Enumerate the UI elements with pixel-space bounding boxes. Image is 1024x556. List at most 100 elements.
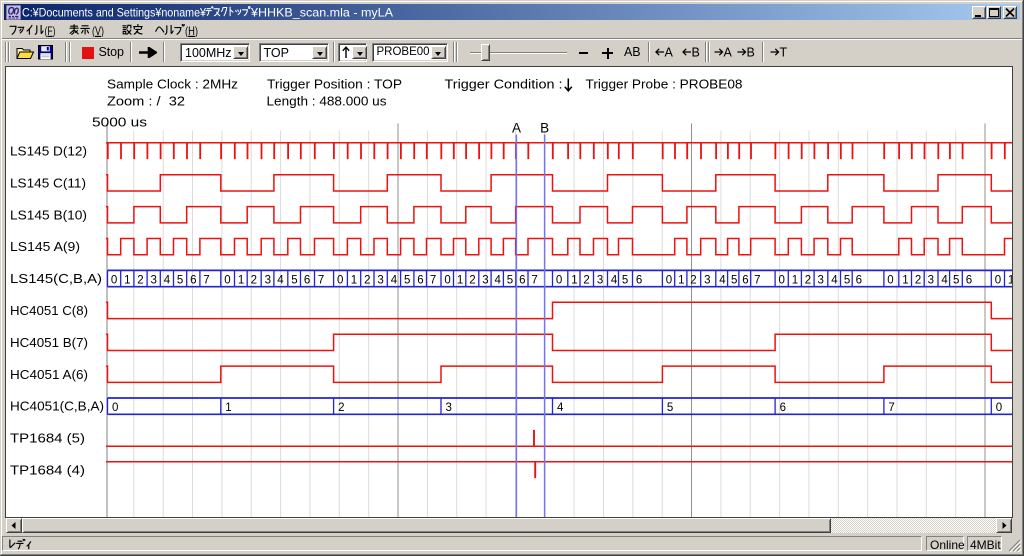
svg-text:5: 5 <box>844 274 850 286</box>
svg-text:4: 4 <box>277 274 284 286</box>
svg-text:0: 0 <box>778 274 784 286</box>
svg-text:7: 7 <box>203 274 209 286</box>
svg-text:0: 0 <box>112 402 118 414</box>
svg-text:LS145 D(12): LS145 D(12) <box>10 144 87 159</box>
svg-text:5000 us: 5000 us <box>92 115 148 130</box>
svg-text:6: 6 <box>417 274 423 286</box>
svg-text:3: 3 <box>446 402 452 414</box>
svg-text:HC4051 C(8): HC4051 C(8) <box>10 303 88 318</box>
svg-text:6: 6 <box>519 274 525 286</box>
svg-text:C:¥Documents and Settings¥nona: C:¥Documents and Settings¥noname¥ <box>22 6 206 20</box>
svg-text:7: 7 <box>318 274 324 286</box>
svg-text:1: 1 <box>571 274 577 286</box>
svg-text:TP1684 (4): TP1684 (4) <box>10 463 85 478</box>
svg-text:LS145 A(9): LS145 A(9) <box>10 239 80 254</box>
svg-text:1: 1 <box>902 274 908 286</box>
svg-text:6: 6 <box>636 274 642 286</box>
svg-text:6: 6 <box>856 274 862 286</box>
svg-text:1: 1 <box>351 274 357 286</box>
svg-text:Sample Clock : 2MHz: Sample Clock : 2MHz <box>107 77 238 92</box>
svg-text:4: 4 <box>719 274 726 286</box>
svg-text:2: 2 <box>690 274 696 286</box>
svg-text:3: 3 <box>928 274 934 286</box>
svg-text:LS145(C,B,A): LS145(C,B,A) <box>10 271 102 286</box>
svg-text:6: 6 <box>304 274 310 286</box>
svg-text:5: 5 <box>622 274 628 286</box>
svg-text:Length : 488.000 us: Length : 488.000 us <box>267 94 388 109</box>
svg-text:5: 5 <box>731 274 737 286</box>
svg-text:Zoom : / 32: Zoom : / 32 <box>107 94 185 109</box>
svg-text:0: 0 <box>996 402 1002 414</box>
svg-text:0: 0 <box>111 274 117 286</box>
svg-text:1: 1 <box>1008 274 1012 286</box>
svg-text:B: B <box>747 46 755 59</box>
svg-text:7: 7 <box>430 274 436 286</box>
svg-text:0: 0 <box>224 274 230 286</box>
svg-text:1: 1 <box>678 274 684 286</box>
svg-text:4: 4 <box>611 274 618 286</box>
svg-text:5: 5 <box>667 402 673 414</box>
svg-text:6: 6 <box>780 402 786 414</box>
svg-text:3: 3 <box>482 274 488 286</box>
svg-text:3: 3 <box>377 274 383 286</box>
svg-text:3: 3 <box>704 274 710 286</box>
svg-text:6: 6 <box>742 274 748 286</box>
svg-text:2: 2 <box>805 274 811 286</box>
svg-text:3: 3 <box>150 274 156 286</box>
svg-text:7: 7 <box>531 274 537 286</box>
svg-text:1: 1 <box>238 274 244 286</box>
svg-text:HC4051 A(6): HC4051 A(6) <box>10 367 88 382</box>
svg-text:4: 4 <box>494 274 501 286</box>
svg-text:Trigger Probe : PROBE08: Trigger Probe : PROBE08 <box>586 77 743 92</box>
svg-text:1: 1 <box>124 274 130 286</box>
svg-text:A: A <box>724 46 733 59</box>
svg-text:A: A <box>512 121 521 136</box>
svg-text:T: T <box>779 46 787 59</box>
svg-text:6: 6 <box>190 274 196 286</box>
svg-text:4: 4 <box>391 274 398 286</box>
svg-text:2: 2 <box>364 274 370 286</box>
svg-text:4: 4 <box>831 274 838 286</box>
svg-text:LS145 B(10): LS145 B(10) <box>10 207 87 222</box>
svg-text:2: 2 <box>338 402 344 414</box>
svg-text:4: 4 <box>557 402 564 414</box>
svg-text:2: 2 <box>469 274 475 286</box>
svg-text:4: 4 <box>164 274 171 286</box>
svg-text:(F): (F) <box>45 24 56 37</box>
svg-text:0: 0 <box>337 274 343 286</box>
svg-text:0: 0 <box>995 274 1001 286</box>
svg-text:6: 6 <box>966 274 972 286</box>
svg-text:0: 0 <box>444 274 450 286</box>
svg-text:3: 3 <box>265 274 271 286</box>
svg-text:1: 1 <box>792 274 798 286</box>
svg-text:7: 7 <box>888 402 894 414</box>
svg-text:2: 2 <box>137 274 143 286</box>
svg-text:2: 2 <box>251 274 257 286</box>
svg-text:TP1684 (5): TP1684 (5) <box>10 431 85 446</box>
svg-text:1: 1 <box>225 402 231 414</box>
svg-text:5: 5 <box>404 274 410 286</box>
svg-text:5: 5 <box>507 274 513 286</box>
svg-text:3: 3 <box>597 274 603 286</box>
svg-text:5: 5 <box>291 274 297 286</box>
svg-text:B: B <box>540 121 549 136</box>
svg-text:7: 7 <box>754 274 760 286</box>
svg-text:0: 0 <box>887 274 893 286</box>
svg-text:2: 2 <box>583 274 589 286</box>
svg-text:HC4051 B(7): HC4051 B(7) <box>10 335 88 350</box>
svg-text:2: 2 <box>915 274 921 286</box>
svg-text:HC4051(C,B,A): HC4051(C,B,A) <box>10 399 104 414</box>
svg-text:5: 5 <box>177 274 183 286</box>
svg-text:4: 4 <box>941 274 948 286</box>
svg-text:5: 5 <box>953 274 959 286</box>
svg-text:1: 1 <box>457 274 463 286</box>
svg-text:(H): (H) <box>185 24 198 37</box>
svg-text:B: B <box>691 46 699 59</box>
svg-text:0: 0 <box>666 274 672 286</box>
svg-text:3: 3 <box>817 274 823 286</box>
svg-text:Trigger Position : TOP: Trigger Position : TOP <box>267 77 402 92</box>
svg-text:¥HHKB_scan.mla - myLA: ¥HHKB_scan.mla - myLA <box>250 6 393 20</box>
svg-text:Trigger Condition :: Trigger Condition : <box>445 77 563 92</box>
svg-text:A: A <box>665 46 674 59</box>
svg-text:LS145 C(11): LS145 C(11) <box>10 175 86 190</box>
